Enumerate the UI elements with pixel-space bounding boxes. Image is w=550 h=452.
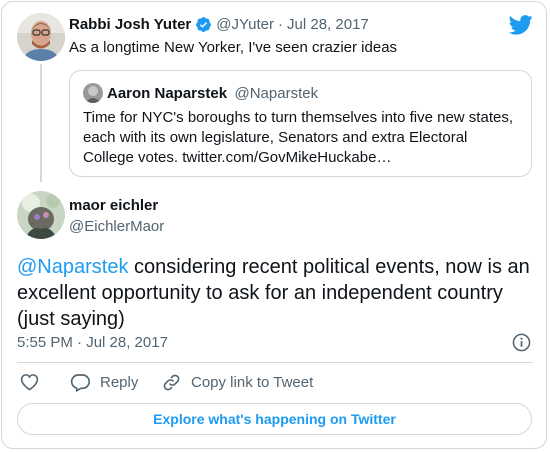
- copy-link-label: Copy link to Tweet: [191, 374, 314, 391]
- quoted-text-line: College votes. twitter.com/GovMikeHuckab…: [83, 149, 392, 166]
- heart-icon: [20, 374, 39, 395]
- mention-link[interactable]: @Naparstek: [17, 256, 128, 278]
- avatar-aaron-naparstek[interactable]: [83, 83, 103, 103]
- author-handle[interactable]: @JYuter: [216, 16, 274, 33]
- main-author-handle[interactable]: @EichlerMaor: [69, 218, 164, 235]
- reply-button[interactable]: Reply: [70, 373, 138, 392]
- quoted-text-line: Time for NYC's boroughs to turn themselv…: [83, 109, 513, 126]
- info-icon[interactable]: [512, 333, 531, 357]
- author-name[interactable]: Rabbi Josh Yuter: [69, 16, 191, 33]
- reply-label: Reply: [100, 374, 139, 391]
- avatar-maor-eichler[interactable]: [17, 191, 65, 239]
- reply-tweet-text: As a longtime New Yorker, I've seen craz…: [69, 39, 398, 56]
- explore-label: Explore what's happening on Twitter: [153, 411, 396, 427]
- link-icon: [162, 373, 181, 392]
- main-timestamp[interactable]: 5:55 PM · Jul 28, 2017: [17, 334, 168, 351]
- verified-badge-icon: [195, 16, 212, 33]
- quoted-author-handle[interactable]: @Naparstek: [235, 85, 319, 102]
- avatar-josh-yuter[interactable]: [17, 13, 65, 61]
- copy-link-button[interactable]: Copy link to Tweet: [162, 373, 313, 392]
- main-text-line2: excellent opportunity to ask for an inde…: [17, 282, 503, 304]
- thread-connector-line: [40, 64, 42, 182]
- explore-twitter-button[interactable]: Explore what's happening on Twitter: [17, 403, 532, 435]
- reply-bubble-icon: [70, 373, 90, 392]
- divider: [17, 362, 533, 363]
- twitter-bird-icon[interactable]: [508, 14, 533, 41]
- tweet-date[interactable]: Jul 28, 2017: [287, 16, 369, 33]
- quoted-author-name[interactable]: Aaron Naparstek: [107, 85, 227, 102]
- main-author-name[interactable]: maor eichler: [69, 197, 158, 214]
- like-button[interactable]: [20, 373, 39, 396]
- main-text-line1: considering recent political events, now…: [128, 256, 530, 278]
- main-text-line3: (just saying): [17, 308, 125, 330]
- quoted-text-line: each with its own legislature, Senators …: [83, 129, 468, 146]
- separator-dot: ·: [278, 16, 284, 33]
